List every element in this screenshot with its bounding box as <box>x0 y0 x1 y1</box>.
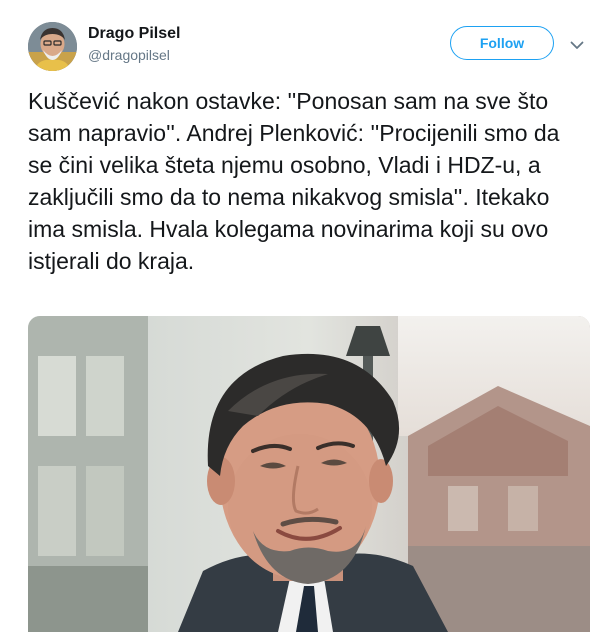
tweet-card: Drago Pilsel @dragopilsel Follow Kuščevi… <box>0 0 610 632</box>
chevron-down-icon[interactable] <box>566 34 588 56</box>
tweet-text: Kuščević nakon ostavke: ''Ponosan sam na… <box>28 88 560 274</box>
avatar[interactable] <box>28 22 77 71</box>
tweet-photo[interactable] <box>28 316 590 632</box>
photo-of-man-smiling <box>28 316 590 632</box>
author-name[interactable]: Drago Pilsel <box>88 24 180 44</box>
author-handle[interactable]: @dragopilsel <box>88 46 170 64</box>
avatar-photo <box>28 22 77 71</box>
follow-button[interactable]: Follow <box>450 26 554 60</box>
